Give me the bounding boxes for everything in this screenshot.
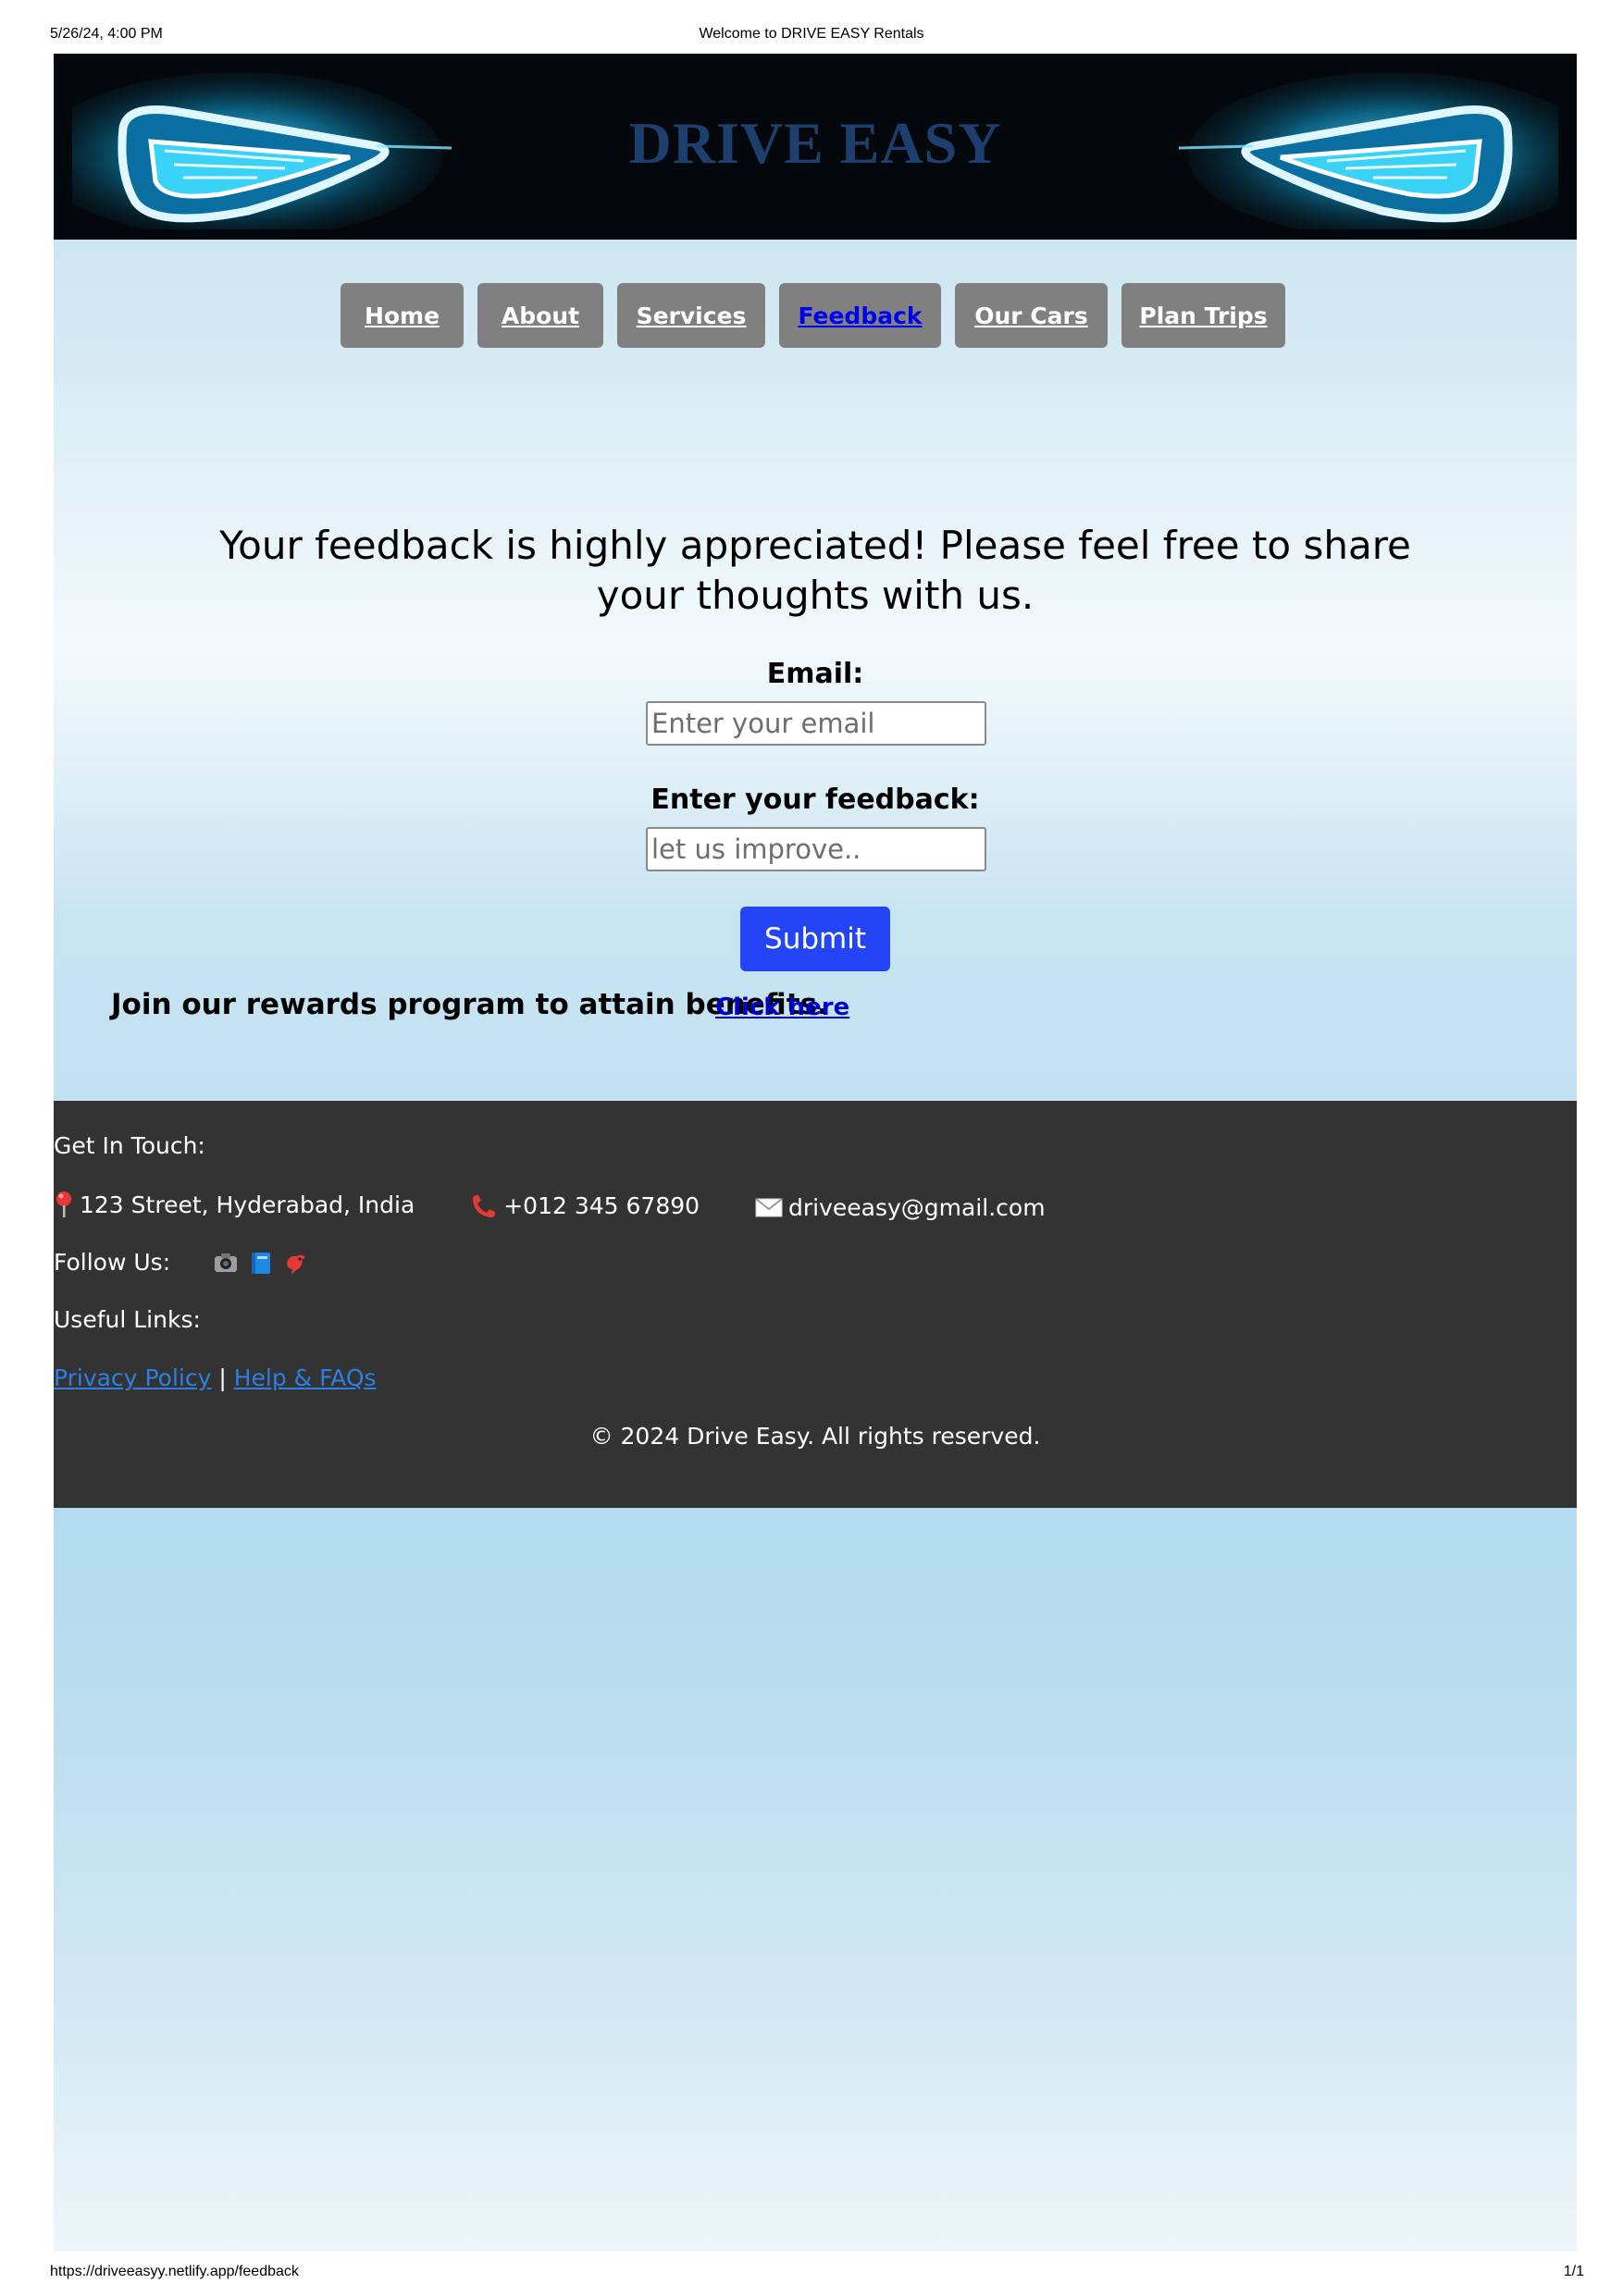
help-faqs-link[interactable]: Help & FAQs	[234, 1364, 377, 1391]
print-url: https://driveeasyy.netlify.app/feedback	[50, 2264, 299, 2279]
contact-row: 123 Street, Hyderabad, India +012 345 67…	[54, 1191, 1094, 1224]
useful-links-heading: Useful Links:	[54, 1306, 201, 1333]
footer: Get In Touch: 123 Street, Hyderabad, Ind…	[54, 1101, 1577, 1508]
pin-icon	[56, 1191, 71, 1217]
email-input[interactable]	[646, 701, 986, 746]
print-footer: https://driveeasyy.netlify.app/feedback …	[0, 2264, 1623, 2286]
nav-our-cars-button[interactable]: Our Cars	[955, 283, 1108, 348]
phone-text: +012 345 67890	[503, 1191, 700, 1219]
links-separator: |	[218, 1364, 227, 1391]
feedback-label: Enter your feedback:	[650, 784, 980, 816]
book-icon[interactable]	[248, 1250, 274, 1276]
nav-plan-trips-button[interactable]: Plan Trips	[1121, 283, 1285, 348]
follow-us-label: Follow Us:	[54, 1249, 171, 1276]
page: DRIVE EASY Home About Services Feedback …	[54, 54, 1577, 2252]
copyright: © 2024 Drive Easy. All rights reserved.	[589, 1423, 1041, 1450]
email-item: driveeasy@gmail.com	[755, 1194, 1046, 1221]
address-text: 123 Street, Hyderabad, India	[80, 1191, 415, 1218]
get-in-touch-heading: Get In Touch:	[54, 1132, 205, 1159]
email-text: driveeasy@gmail.com	[788, 1193, 1046, 1221]
follow-us-row: Follow Us:	[54, 1249, 309, 1276]
submit-button[interactable]: Submit	[740, 907, 890, 971]
links-row: Privacy Policy | Help & FAQs	[54, 1364, 377, 1391]
print-header: 5/26/24, 4:00 PM Welcome to DRIVE EASY R…	[0, 26, 1623, 48]
print-title: Welcome to DRIVE EASY Rentals	[699, 26, 924, 42]
social-icons	[213, 1250, 309, 1276]
bird-icon[interactable]	[283, 1250, 309, 1276]
camera-icon[interactable]	[213, 1250, 239, 1276]
privacy-policy-link[interactable]: Privacy Policy	[54, 1364, 211, 1391]
email-label: Email:	[766, 658, 864, 690]
address-item: 123 Street, Hyderabad, India	[54, 1191, 415, 1218]
feedback-heading: Your feedback is highly appreciated! Ple…	[219, 523, 1411, 618]
phone-item: +012 345 67890	[470, 1192, 700, 1219]
nav-feedback-button[interactable]: Feedback	[779, 283, 941, 348]
nav-about-button[interactable]: About	[477, 283, 603, 348]
banner: DRIVE EASY	[54, 54, 1577, 240]
print-page-number: 1/1	[1563, 2264, 1584, 2279]
nav-bar: Home About Services Feedback Our Cars Pl…	[54, 283, 1577, 348]
brand-title: DRIVE EASY	[628, 110, 1002, 176]
nav-home-button[interactable]: Home	[341, 283, 464, 348]
feedback-input[interactable]	[646, 827, 986, 871]
envelope-icon	[755, 1198, 783, 1217]
nav-services-button[interactable]: Services	[617, 283, 765, 348]
rewards-link[interactable]: Click here	[715, 994, 849, 1021]
phone-icon	[473, 1194, 496, 1217]
